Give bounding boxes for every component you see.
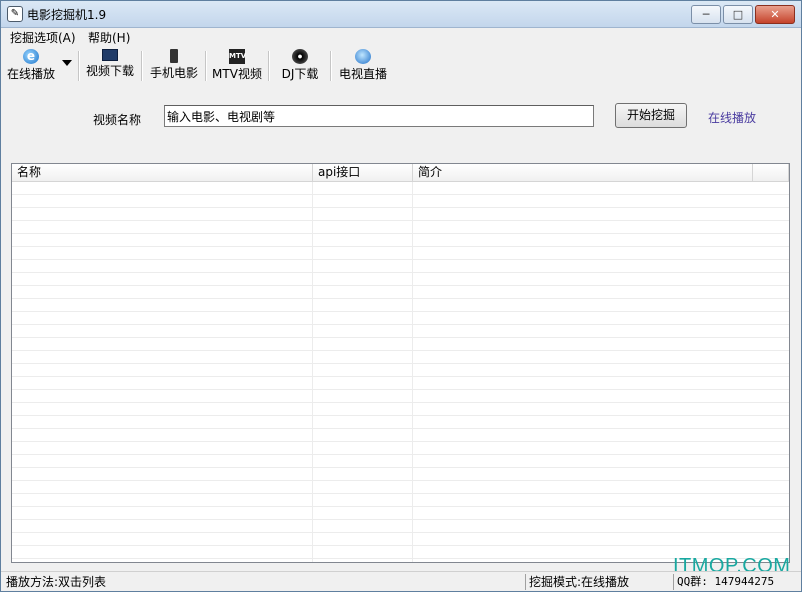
toolbar-dj-download-button[interactable]: DJ下载	[275, 49, 325, 85]
window-controls: ─ □ ✕	[691, 5, 795, 24]
toolbar-mobile-movie-label: 手机电影	[149, 66, 198, 80]
toolbar-mobile-movie-button[interactable]: 手机电影	[147, 49, 201, 85]
app-window: ✎ 电影挖掘机1.9 ─ □ ✕ 挖掘选项(A) 帮助(H) e 在线播放 视频…	[0, 0, 802, 592]
phone-icon	[170, 49, 178, 63]
app-icon: ✎	[7, 6, 23, 22]
toolbar-separator	[268, 51, 270, 81]
video-name-input[interactable]	[164, 105, 594, 127]
online-play-link[interactable]: 在线播放	[708, 109, 756, 126]
toolbar-online-play-label: 在线播放	[6, 67, 55, 81]
toolbar-separator	[78, 51, 80, 81]
menu-help[interactable]: 帮助(H)	[88, 29, 130, 46]
toolbar-tv-live-label: 电视直播	[338, 67, 387, 81]
title-bar[interactable]: ✎ 电影挖掘机1.9 ─ □ ✕	[1, 1, 801, 28]
status-play-method: 播放方法:双击列表	[6, 575, 107, 589]
toolbar-tv-live-button[interactable]: 电视直播	[337, 49, 389, 85]
menu-dig-options[interactable]: 挖掘选项(A)	[10, 29, 76, 46]
toolbar: e 在线播放 视频下载 手机电影 MTV MTV视频 DJ下载 电视直播	[1, 46, 801, 88]
status-qq-group: QQ群: 147944275	[673, 574, 799, 590]
maximize-button[interactable]: □	[723, 5, 753, 24]
toolbar-online-play-button[interactable]: e 在线播放	[5, 49, 57, 85]
toolbar-dj-download-label: DJ下载	[281, 67, 319, 81]
video-name-label: 视频名称	[93, 113, 142, 127]
list-body[interactable]	[12, 182, 789, 562]
disc-icon	[292, 49, 308, 64]
chevron-down-icon[interactable]	[62, 60, 72, 66]
mtv-icon: MTV	[229, 49, 246, 64]
toolbar-mtv-video-button[interactable]: MTV MTV视频	[211, 49, 263, 85]
column-header-api[interactable]: api接口	[313, 164, 413, 181]
start-dig-button[interactable]: 开始挖掘	[615, 103, 687, 128]
column-header-filler[interactable]	[753, 164, 789, 181]
minimize-button[interactable]: ─	[691, 5, 721, 24]
status-dig-mode: 挖掘模式:在线播放	[525, 574, 671, 590]
tv-live-icon	[355, 49, 371, 64]
toolbar-separator	[141, 51, 143, 81]
window-title: 电影挖掘机1.9	[27, 8, 107, 22]
toolbar-mtv-video-label: MTV视频	[212, 67, 262, 81]
results-list[interactable]: 名称 api接口 简介	[11, 163, 790, 563]
toolbar-video-download-label: 视频下载	[85, 64, 134, 78]
menu-bar: 挖掘选项(A) 帮助(H)	[1, 28, 801, 46]
list-header: 名称 api接口 简介	[12, 164, 789, 182]
column-header-intro[interactable]: 简介	[413, 164, 753, 181]
toolbar-video-download-button[interactable]: 视频下载	[84, 49, 136, 85]
toolbar-separator	[330, 51, 332, 81]
column-header-name[interactable]: 名称	[12, 164, 313, 181]
close-button[interactable]: ✕	[755, 5, 795, 24]
toolbar-separator	[205, 51, 207, 81]
monitor-icon	[102, 49, 118, 61]
status-bar: 播放方法:双击列表 挖掘模式:在线播放 QQ群: 147944275	[1, 571, 801, 591]
ie-icon: e	[23, 49, 39, 64]
